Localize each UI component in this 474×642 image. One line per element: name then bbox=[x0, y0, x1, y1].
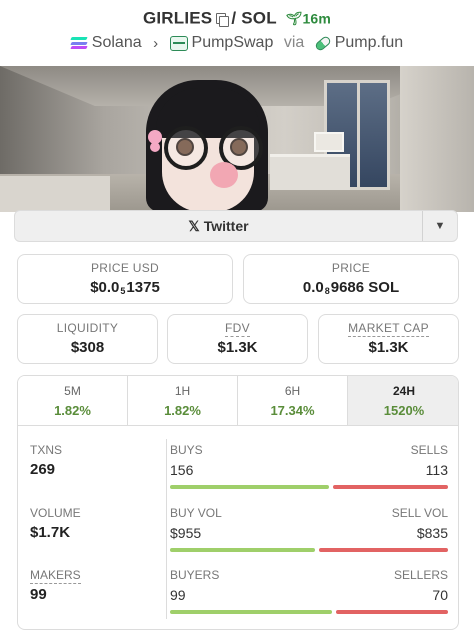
price-native-card: PRICE 0.089686 SOL bbox=[243, 254, 459, 304]
change-24h: 1520% bbox=[383, 403, 425, 418]
volume-stat: VOLUME $1.7K bbox=[30, 506, 81, 541]
buy-vol-value: $955 bbox=[170, 525, 202, 541]
sprout-icon: 🌱︎ bbox=[285, 10, 303, 26]
pair-age: 16m bbox=[302, 10, 332, 27]
pair-title: GIRLIES / SOL 🌱︎16m bbox=[0, 8, 474, 29]
liquidity-value: $308 bbox=[70, 339, 105, 356]
market-cap-value: $1.3K bbox=[368, 339, 409, 356]
makers-stat: MAKERS 99 bbox=[30, 568, 81, 603]
fdv-label[interactable]: FDV bbox=[168, 321, 307, 337]
pumpswap-icon bbox=[169, 35, 188, 51]
timeframe-tabs: 5M 1.82% 1H 1.82% 6H 17.34% 24H 1520% bbox=[17, 375, 459, 426]
quote-symbol: SOL bbox=[241, 8, 277, 28]
fdv-value: $1.3K bbox=[217, 339, 258, 356]
solana-icon bbox=[70, 37, 88, 49]
sells-label: SELLS bbox=[410, 443, 448, 457]
copy-icon[interactable] bbox=[216, 12, 230, 27]
sells-value: 113 bbox=[425, 462, 448, 478]
panel-divider bbox=[166, 439, 167, 619]
pair-header: GIRLIES / SOL 🌱︎16m Solana › PumpSwap via… bbox=[0, 0, 474, 64]
price-usd-value: $0.051375 bbox=[90, 279, 160, 296]
tab-5m[interactable]: 5M 1.82% bbox=[18, 376, 128, 425]
buyers-label: BUYERS bbox=[170, 568, 220, 582]
fdv-card: FDV $1.3K bbox=[167, 314, 308, 364]
buyers-bar bbox=[170, 610, 333, 614]
tab-6h[interactable]: 6H 17.34% bbox=[238, 376, 348, 425]
chain-link[interactable]: Solana bbox=[92, 34, 142, 51]
txn-stats-panel: TXNS 269 VOLUME $1.7K MAKERS 99 BUYS SEL… bbox=[17, 425, 459, 630]
price-usd-card: PRICE USD $0.051375 bbox=[17, 254, 233, 304]
twitter-label: Twitter bbox=[203, 218, 249, 234]
sell-vol-label: SELL VOL bbox=[391, 506, 448, 520]
launchpad-link[interactable]: Pump.fun bbox=[335, 34, 403, 51]
buy-vol-bar bbox=[170, 548, 316, 552]
change-5m: 1.82% bbox=[54, 403, 91, 418]
breadcrumb: Solana › PumpSwap via Pump.fun bbox=[0, 34, 474, 52]
chevron-down-icon[interactable]: ▼ bbox=[422, 211, 457, 241]
sell-vol-bar bbox=[319, 548, 448, 552]
price-native-value: 0.089686 SOL bbox=[302, 279, 400, 296]
change-1h: 1.82% bbox=[164, 403, 201, 418]
twitter-button[interactable]: 𝕏 Twitter bbox=[15, 211, 422, 241]
pair-separator: / bbox=[231, 8, 237, 28]
x-icon: 𝕏 bbox=[188, 218, 200, 234]
tab-24h[interactable]: 24H 1520% bbox=[348, 376, 458, 425]
sellers-value: 70 bbox=[432, 587, 448, 603]
change-6h: 17.34% bbox=[270, 403, 315, 418]
market-cap-card: MARKET CAP $1.3K bbox=[318, 314, 459, 364]
price-usd-label: PRICE USD bbox=[90, 261, 160, 275]
socials-bar: 𝕏 Twitter ▼ bbox=[14, 210, 458, 242]
txns-stat: TXNS 269 bbox=[30, 443, 63, 478]
buy-vol-label: BUY VOL bbox=[170, 506, 222, 520]
pill-icon bbox=[313, 34, 332, 52]
buys-label: BUYS bbox=[170, 443, 203, 457]
chevron-right-icon: › bbox=[153, 34, 159, 52]
sell-vol-value: $835 bbox=[416, 525, 448, 541]
dex-link[interactable]: PumpSwap bbox=[192, 34, 274, 51]
buys-value: 156 bbox=[170, 462, 194, 478]
liquidity-card: LIQUIDITY $308 bbox=[17, 314, 158, 364]
buys-bar bbox=[170, 485, 330, 489]
via-text: via bbox=[283, 34, 305, 51]
sellers-bar bbox=[336, 610, 448, 614]
sells-bar bbox=[333, 485, 448, 489]
market-cap-label[interactable]: MARKET CAP bbox=[319, 321, 458, 337]
sellers-label: SELLERS bbox=[393, 568, 448, 582]
token-symbol: GIRLIES bbox=[142, 8, 213, 28]
token-banner-image bbox=[0, 66, 474, 212]
price-label: PRICE bbox=[331, 261, 371, 275]
buyers-value: 99 bbox=[170, 587, 186, 603]
liquidity-label: LIQUIDITY bbox=[56, 321, 119, 335]
tab-1h[interactable]: 1H 1.82% bbox=[128, 376, 238, 425]
